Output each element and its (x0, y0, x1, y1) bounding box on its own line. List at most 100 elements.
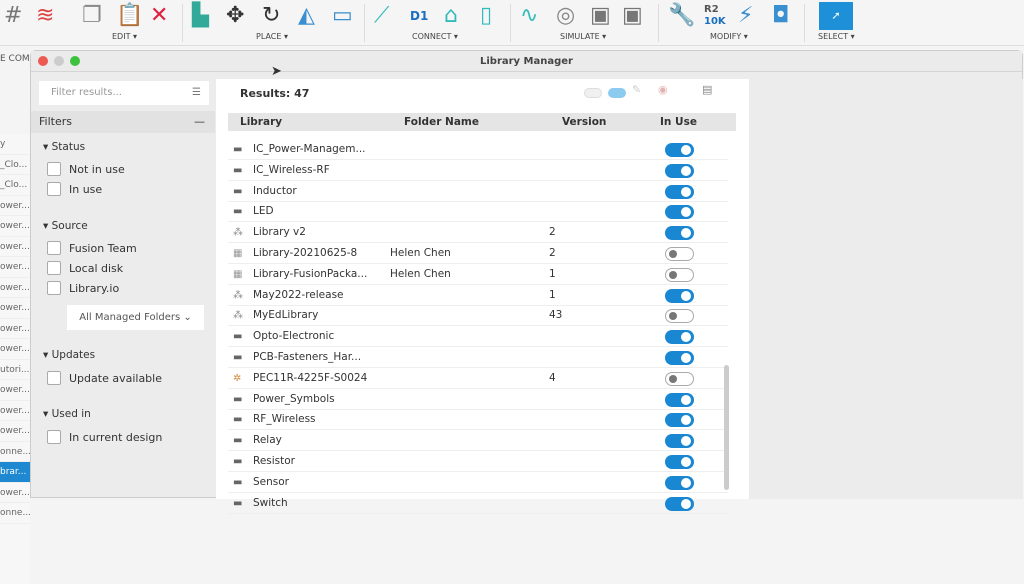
browser-item[interactable]: utori... (0, 360, 30, 380)
connect-menu[interactable]: CONNECT ▾ (412, 32, 458, 41)
net-label-icon[interactable]: D1 (410, 4, 428, 28)
rotate-icon[interactable]: ↻ (262, 4, 280, 28)
browser-item[interactable]: ower... (0, 483, 30, 503)
in-use-toggle[interactable] (665, 267, 694, 282)
browser-item[interactable]: ower... (0, 380, 30, 401)
table-row[interactable]: ▬ Sensor (228, 472, 728, 493)
table-row[interactable]: ▦ Library-FusionPacka... Helen Chen 1 (228, 264, 728, 285)
table-row[interactable]: ▬ Resistor (228, 451, 728, 472)
source-section[interactable]: ▾ Source (43, 220, 88, 232)
add-part-icon[interactable]: ▙ (192, 4, 209, 28)
select-menu[interactable]: SELECT ▾ (818, 32, 855, 41)
fusion-team-checkbox[interactable] (47, 241, 61, 255)
in-use-toggle[interactable] (665, 351, 694, 365)
in-use-toggle[interactable] (665, 309, 694, 324)
table-row[interactable]: ⁂ Library v2 2 (228, 222, 728, 244)
table-row[interactable]: ▦ Library-20210625-8 Helen Chen 2 (228, 243, 728, 264)
probe-icon[interactable]: ◎ (556, 4, 575, 28)
toggle-on-all-icon[interactable] (608, 88, 626, 98)
browser-item[interactable]: onne... (0, 442, 30, 462)
place-menu[interactable]: PLACE ▾ (256, 32, 288, 41)
in-use-toggle[interactable] (665, 475, 694, 490)
col-version[interactable]: Version (562, 113, 606, 131)
browser-item[interactable]: y (0, 134, 30, 155)
library-io-checkbox[interactable] (47, 281, 61, 295)
simulate-menu[interactable]: SIMULATE ▾ (560, 32, 606, 41)
wire-icon[interactable]: ⟋ (374, 4, 389, 28)
modify-menu[interactable]: MODIFY ▾ (710, 32, 748, 41)
select-icon[interactable]: ➚ (819, 2, 853, 30)
managed-folders-dropdown[interactable]: All Managed Folders ⌄ (67, 305, 204, 330)
update-available-checkbox[interactable] (47, 371, 61, 385)
browser-item[interactable]: ower... (0, 216, 30, 237)
table-row[interactable]: ▬ RF_Wireless (228, 409, 728, 431)
in-use-toggle[interactable] (665, 392, 694, 407)
in-use-checkbox[interactable] (47, 182, 61, 196)
in-use-toggle[interactable] (665, 247, 694, 261)
col-in-use[interactable]: In Use (660, 113, 697, 131)
filters-header[interactable]: Filters — (31, 111, 215, 133)
table-row[interactable]: ▬ Power_Symbols (228, 389, 728, 410)
browser-item[interactable]: ower... (0, 339, 30, 360)
table-row[interactable]: ✲ PEC11R-4225F-S0024 4 (228, 368, 728, 389)
book-icon[interactable]: ▤ (702, 83, 712, 96)
value-icon[interactable]: R2 10K (704, 4, 726, 28)
sine-icon[interactable]: ∿ (520, 4, 538, 28)
plug-icon[interactable]: ⚡ (738, 4, 753, 28)
table-row[interactable]: ⁂ May2022-release 1 (228, 285, 728, 306)
browser-item[interactable]: ower... (0, 319, 30, 339)
browser-item[interactable]: _Clo... (0, 175, 30, 196)
in-use-toggle[interactable] (665, 163, 694, 178)
table-row[interactable]: ▬ IC_Power-Managem... (228, 139, 728, 160)
close-button[interactable] (38, 56, 48, 66)
table-row[interactable]: ▬ Relay (228, 430, 728, 452)
in-use-toggle[interactable] (665, 496, 694, 511)
browser-item[interactable]: ower... (0, 298, 30, 319)
grid-icon[interactable]: # (4, 4, 22, 28)
in-use-toggle[interactable] (665, 226, 694, 241)
edit-menu[interactable]: EDIT ▾ (112, 32, 137, 41)
scrollbar[interactable] (724, 365, 729, 490)
in-use-toggle[interactable] (665, 184, 694, 199)
browser-item[interactable]: ower... (0, 401, 30, 421)
browser-item[interactable]: onne... (0, 503, 30, 524)
in-use-toggle[interactable] (665, 455, 694, 469)
in-use-toggle[interactable] (665, 205, 694, 220)
meter2-icon[interactable]: ▣ (622, 4, 643, 28)
delete-icon[interactable]: ✕ (150, 4, 168, 28)
filter-search-input[interactable]: Filter results... ☰ (39, 81, 209, 105)
browser-item[interactable]: brar... (0, 462, 30, 483)
wrench-icon[interactable]: 🔧 (668, 4, 695, 28)
table-row[interactable]: ▬ Inductor (228, 181, 728, 202)
tag-icon[interactable]: ⌂ (444, 4, 458, 28)
in-use-toggle[interactable] (665, 330, 694, 345)
zoom-button[interactable] (70, 56, 80, 66)
move-icon[interactable]: ✥ (226, 4, 244, 28)
updates-section[interactable]: ▾ Updates (43, 349, 95, 361)
collapse-icon[interactable]: — (194, 111, 205, 133)
in-use-toggle[interactable] (665, 143, 694, 157)
meter-icon[interactable]: ▣ (590, 4, 611, 28)
in-use-toggle[interactable] (665, 288, 694, 303)
table-row[interactable]: ▬ PCB-Fasteners_Har... (228, 347, 728, 368)
in-use-toggle[interactable] (665, 413, 694, 428)
toggle-off-all-icon[interactable] (584, 88, 602, 98)
paste-icon[interactable]: 📋 (116, 4, 143, 28)
browser-item[interactable]: ower... (0, 421, 30, 442)
in-use-toggle[interactable] (665, 371, 694, 386)
filter-settings-icon[interactable]: ☰ (192, 81, 201, 105)
mirror-icon[interactable]: ◭ (298, 4, 315, 28)
table-row[interactable]: ▬ IC_Wireless-RF (228, 160, 728, 181)
hide-icon[interactable]: ◉ (658, 83, 668, 96)
col-folder[interactable]: Folder Name (404, 113, 479, 131)
used-in-section[interactable]: ▾ Used in (43, 408, 91, 420)
in-current-design-checkbox[interactable] (47, 430, 61, 444)
table-row[interactable]: ⁂ MyEdLibrary 43 (228, 305, 728, 327)
not-in-use-checkbox[interactable] (47, 162, 61, 176)
minimize-button[interactable] (54, 56, 64, 66)
table-row[interactable]: ▬ Switch (228, 493, 728, 514)
browser-item[interactable]: ower... (0, 196, 30, 216)
browser-item[interactable]: _Clo... (0, 155, 30, 175)
col-library[interactable]: Library (240, 113, 282, 131)
browser-item[interactable]: ower... (0, 237, 30, 257)
